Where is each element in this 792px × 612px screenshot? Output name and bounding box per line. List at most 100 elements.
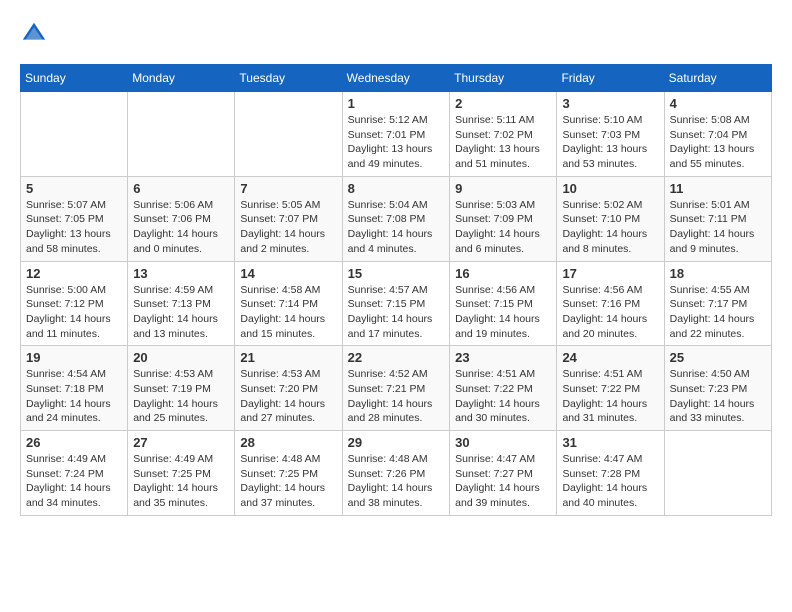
daylight-text: Daylight: 14 hours and 28 minutes.	[348, 398, 433, 425]
calendar-cell: 8Sunrise: 5:04 AMSunset: 7:08 PMDaylight…	[342, 176, 449, 261]
calendar-cell: 19Sunrise: 4:54 AMSunset: 7:18 PMDayligh…	[21, 346, 128, 431]
sunrise-text: Sunrise: 5:06 AM	[133, 199, 213, 211]
sunset-text: Sunset: 7:07 PM	[240, 213, 318, 225]
sunrise-text: Sunrise: 4:47 AM	[562, 453, 642, 465]
calendar-cell	[235, 92, 342, 177]
calendar-cell	[128, 92, 235, 177]
sunset-text: Sunset: 7:22 PM	[455, 383, 533, 395]
calendar-cell: 13Sunrise: 4:59 AMSunset: 7:13 PMDayligh…	[128, 261, 235, 346]
day-info: Sunrise: 4:48 AMSunset: 7:26 PMDaylight:…	[348, 452, 444, 511]
day-info: Sunrise: 4:59 AM Sunset: 7:13 PM Daylight:…	[133, 283, 229, 342]
sunset-text: Sunset: 7:18 PM	[26, 383, 104, 395]
day-info: Sunrise: 4:48 AMSunset: 7:25 PMDaylight:…	[240, 452, 336, 511]
sunrise-text: Sunrise: 4:47 AM	[455, 453, 535, 465]
logo-icon	[20, 20, 48, 48]
weekday-header-wednesday: Wednesday	[342, 65, 449, 92]
day-number: 27	[133, 435, 229, 450]
calendar-table: SundayMondayTuesdayWednesdayThursdayFrid…	[20, 64, 772, 516]
day-number: 15	[348, 266, 444, 281]
sunrise-text: Sunrise: 4:50 AM	[670, 368, 750, 380]
day-number: 18	[670, 266, 766, 281]
calendar-cell: 18 Sunrise: 4:55 AMSunset: 7:17 PMDayligh…	[664, 261, 771, 346]
calendar-cell: 5Sunrise: 5:07 AMSunset: 7:05 PMDaylight…	[21, 176, 128, 261]
sunset-text: Sunset: 7:20 PM	[240, 383, 318, 395]
day-info: Sunrise: 5:06 AMSunset: 7:06 PMDaylight:…	[133, 198, 229, 257]
sunset-text: Sunset: 7:13 PM	[133, 298, 211, 310]
daylight-text: Daylight: 14 hours and 31 minutes.	[562, 398, 647, 425]
sunrise-text: Sunrise: 4:59 AM	[133, 284, 213, 296]
daylight-text: Daylight: 14 hours and 2 minutes.	[240, 228, 325, 255]
daylight-text: Daylight: 14 hours and 15 minutes.	[240, 313, 325, 340]
sunrise-text: Sunrise: 4:49 AM	[133, 453, 213, 465]
daylight-text: Daylight: 14 hours and 13 minutes.	[133, 313, 218, 340]
calendar-cell: 29Sunrise: 4:48 AMSunset: 7:26 PMDayligh…	[342, 431, 449, 516]
calendar-cell: 7Sunrise: 5:05 AMSunset: 7:07 PMDaylight…	[235, 176, 342, 261]
day-info: Sunrise: 4:49 AMSunset: 7:24 PMDaylight:…	[26, 452, 122, 511]
day-number: 4	[670, 96, 766, 111]
calendar-cell: 27Sunrise: 4:49 AMSunset: 7:25 PMDayligh…	[128, 431, 235, 516]
day-info: Sunrise: 4:51 AMSunset: 7:22 PMDaylight:…	[562, 367, 658, 426]
daylight-text: Daylight: 14 hours and 17 minutes.	[348, 313, 433, 340]
calendar-cell	[664, 431, 771, 516]
day-info: Sunrise: 4:54 AMSunset: 7:18 PMDaylight:…	[26, 367, 122, 426]
day-info: Sunrise: 4:57 AMSunset: 7:15 PMDaylight:…	[348, 283, 444, 342]
logo	[20, 20, 52, 48]
calendar-cell: 30Sunrise: 4:47 AMSunset: 7:27 PMDayligh…	[450, 431, 557, 516]
calendar-cell: 4 Sunrise: 5:08 AMSunset: 7:04 PMDaylight…	[664, 92, 771, 177]
weekday-header-row: SundayMondayTuesdayWednesdayThursdayFrid…	[21, 65, 772, 92]
sunrise-text: Sunrise: 4:55 AM	[670, 284, 750, 296]
sunrise-text: Sunrise: 5:12 AM	[348, 114, 428, 126]
sunset-text: Sunset: 7:08 PM	[348, 213, 426, 225]
day-number: 23	[455, 350, 551, 365]
day-number: 28	[240, 435, 336, 450]
day-number: 1	[348, 96, 444, 111]
week-row-4: 19Sunrise: 4:54 AMSunset: 7:18 PMDayligh…	[21, 346, 772, 431]
day-number: 6	[133, 181, 229, 196]
day-info: Sunrise: 4:55 AMSunset: 7:17 PMDaylight:…	[670, 283, 766, 342]
calendar-cell: 26Sunrise: 4:49 AMSunset: 7:24 PMDayligh…	[21, 431, 128, 516]
week-row-1: 1Sunrise: 5:12 AMSunset: 7:01 PMDaylight…	[21, 92, 772, 177]
sunrise-text: Sunrise: 4:48 AM	[348, 453, 428, 465]
sunrise-text: Sunrise: 5:03 AM	[455, 199, 535, 211]
calendar-cell: 9Sunrise: 5:03 AMSunset: 7:09 PMDaylight…	[450, 176, 557, 261]
sunrise-text: Sunrise: 4:51 AM	[562, 368, 642, 380]
sunrise-text: Sunrise: 4:57 AM	[348, 284, 428, 296]
day-info: Sunrise: 4:53 AMSunset: 7:20 PMDaylight:…	[240, 367, 336, 426]
calendar-cell: 10Sunrise: 5:02 AMSunset: 7:10 PMDayligh…	[557, 176, 664, 261]
daylight-text: Daylight: 14 hours and 25 minutes.	[133, 398, 218, 425]
daylight-text: Daylight: 14 hours and 11 minutes.	[26, 313, 111, 340]
day-info: Sunrise: 4:56 AMSunset: 7:15 PMDaylight:…	[455, 283, 551, 342]
sunrise-text: Sunrise: 5:11 AM	[455, 114, 534, 126]
weekday-header-friday: Friday	[557, 65, 664, 92]
sunset-text: Sunset: 7:14 PM	[240, 298, 318, 310]
week-row-5: 26Sunrise: 4:49 AMSunset: 7:24 PMDayligh…	[21, 431, 772, 516]
day-info: Sunrise: 4:50 AMSunset: 7:23 PMDaylight:…	[670, 367, 766, 426]
calendar-cell: 1Sunrise: 5:12 AMSunset: 7:01 PMDaylight…	[342, 92, 449, 177]
day-info: Sunrise: 5:01 AMSunset: 7:11 PMDaylight:…	[670, 198, 766, 257]
daylight-text: Daylight: 13 hours and 51 minutes.	[455, 143, 540, 170]
calendar-cell: 3Sunrise: 5:10 AMSunset: 7:03 PMDaylight…	[557, 92, 664, 177]
day-info: Sunrise: 4:49 AMSunset: 7:25 PMDaylight:…	[133, 452, 229, 511]
day-info: Sunrise: 4:53 AMSunset: 7:19 PMDaylight:…	[133, 367, 229, 426]
sunset-text: Sunset: 7:04 PM	[670, 129, 748, 141]
weekday-header-tuesday: Tuesday	[235, 65, 342, 92]
sunrise-text: Sunrise: 5:10 AM	[562, 114, 642, 126]
sunrise-text: Sunrise: 4:49 AM	[26, 453, 106, 465]
calendar-cell: 11Sunrise: 5:01 AMSunset: 7:11 PMDayligh…	[664, 176, 771, 261]
sunrise-text: Sunrise: 4:56 AM	[562, 284, 642, 296]
day-info: Sunrise: 5:08 AMSunset: 7:04 PMDaylight:…	[670, 113, 766, 172]
sunrise-text: Sunrise: 5:04 AM	[348, 199, 428, 211]
sunrise-text: Sunrise: 5:07 AM	[26, 199, 106, 211]
day-info: Sunrise: 4:56 AMSunset: 7:16 PMDaylight:…	[562, 283, 658, 342]
sunrise-text: Sunrise: 4:52 AM	[348, 368, 428, 380]
sunset-text: Sunset: 7:25 PM	[133, 468, 211, 480]
calendar-cell: 2Sunrise: 5:11 AMSunset: 7:02 PMDaylight…	[450, 92, 557, 177]
sunset-text: Sunset: 7:26 PM	[348, 468, 426, 480]
sunrise-text: Sunrise: 5:01 AM	[670, 199, 750, 211]
weekday-header-monday: Monday	[128, 65, 235, 92]
calendar-cell: 20Sunrise: 4:53 AMSunset: 7:19 PMDayligh…	[128, 346, 235, 431]
daylight-text: Daylight: 14 hours and 6 minutes.	[455, 228, 540, 255]
sunrise-text: Sunrise: 4:53 AM	[240, 368, 320, 380]
sunrise-text: Sunrise: 4:48 AM	[240, 453, 320, 465]
day-number: 24	[562, 350, 658, 365]
